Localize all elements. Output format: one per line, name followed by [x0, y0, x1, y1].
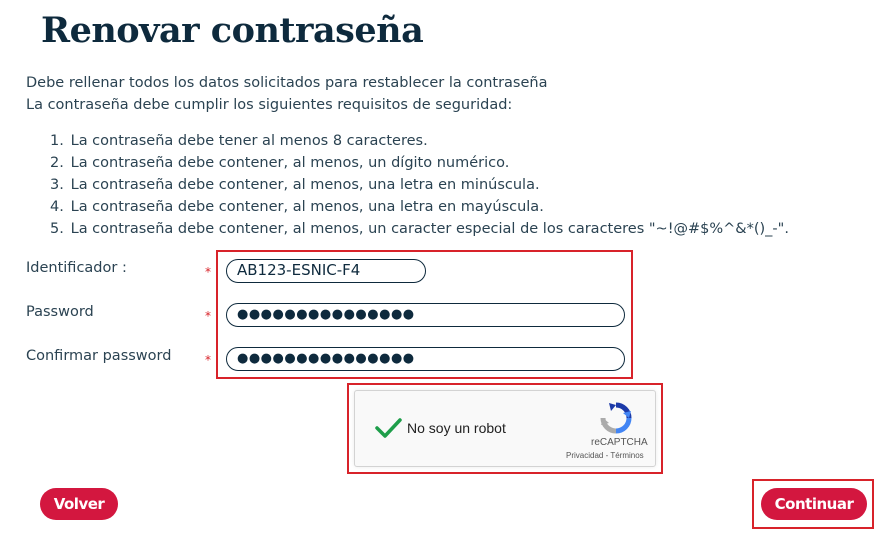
requirement-number: 1. — [50, 133, 64, 149]
requirement-text: La contraseña debe contener, al menos, u… — [70, 221, 789, 237]
password-input[interactable]: ●●●●●●●●●●●●●●● — [226, 303, 625, 327]
checkmark-icon[interactable] — [373, 413, 403, 443]
recaptcha-logo-icon — [599, 401, 633, 435]
password-label: Password — [26, 304, 94, 320]
recaptcha-links: Privacidad - Términos — [566, 451, 644, 460]
requirement-number: 4. — [50, 199, 64, 215]
requirement-item: 3. La contraseña debe contener, al menos… — [50, 174, 789, 196]
required-marker: * — [205, 309, 211, 323]
recaptcha-widget: No soy un robot reCAPTCHA Privacidad - T… — [354, 390, 656, 467]
requirement-number: 2. — [50, 155, 64, 171]
page-title: Renovar contraseña — [41, 10, 424, 51]
intro-line-2: La contraseña debe cumplir los siguiente… — [26, 97, 513, 113]
requirement-text: La contraseña debe tener al menos 8 cara… — [70, 133, 428, 149]
requirement-text: La contraseña debe contener, al menos, u… — [70, 177, 540, 193]
required-marker: * — [205, 265, 211, 279]
privacy-link[interactable]: Privacidad — [566, 451, 603, 460]
identificador-input[interactable]: AB123-ESNIC-F4 — [226, 259, 426, 283]
intro-line-1: Debe rellenar todos los datos solicitado… — [26, 75, 548, 91]
terms-link[interactable]: Términos — [610, 451, 643, 460]
requirement-text: La contraseña debe contener, al menos, u… — [70, 155, 510, 171]
requirement-number: 3. — [50, 177, 64, 193]
requirement-text: La contraseña debe contener, al menos, u… — [70, 199, 544, 215]
requirements-list: 1. La contraseña debe tener al menos 8 c… — [50, 130, 789, 240]
requirement-number: 5. — [50, 221, 64, 237]
requirement-item: 5. La contraseña debe contener, al menos… — [50, 218, 789, 240]
back-button[interactable]: Volver — [40, 488, 118, 520]
identificador-label: Identificador : — [26, 260, 127, 276]
confirm-password-input[interactable]: ●●●●●●●●●●●●●●● — [226, 347, 625, 371]
confirm-password-label: Confirmar password — [26, 348, 172, 364]
requirement-item: 4. La contraseña debe contener, al menos… — [50, 196, 789, 218]
link-separator: - — [605, 451, 609, 460]
required-marker: * — [205, 353, 211, 367]
continue-button[interactable]: Continuar — [761, 488, 867, 520]
recaptcha-brand: reCAPTCHA — [591, 437, 648, 448]
requirement-item: 2. La contraseña debe contener, al menos… — [50, 152, 789, 174]
requirement-item: 1. La contraseña debe tener al menos 8 c… — [50, 130, 789, 152]
intro-text: Debe rellenar todos los datos solicitado… — [26, 72, 547, 116]
captcha-label: No soy un robot — [407, 420, 506, 436]
